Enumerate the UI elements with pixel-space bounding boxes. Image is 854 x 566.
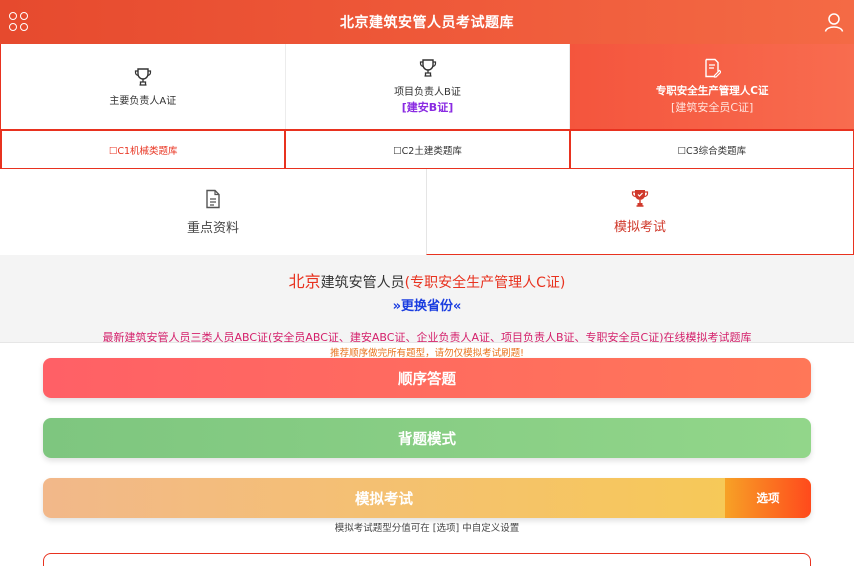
order-practice-button[interactable]: 顺序答题 (43, 358, 811, 398)
cert-name: 项目负责人B证 (394, 87, 461, 98)
feature-label: 模拟考试 (613, 220, 666, 235)
city-name: 北京 (288, 272, 321, 291)
document-icon (206, 189, 220, 208)
exam-heading: 北京建筑安管人员(专职安全生产管理人C证) (0, 268, 854, 292)
bank-tab-c3[interactable]: ☐C3综合类题库 (570, 131, 854, 169)
exam-settings-note: 模拟考试题型分值可在 [选项] 中自定义设置 (334, 523, 520, 534)
feature-mock-exam[interactable]: 模拟考试 (426, 169, 854, 255)
mock-exam-label: 模拟考试 (355, 491, 413, 508)
user-icon[interactable] (824, 12, 844, 32)
memory-mode-button[interactable]: 背题模式 (43, 418, 811, 458)
bank-tab-c2[interactable]: ☐C2土建类题库 (286, 131, 571, 169)
cert-tab-a[interactable]: 主要负责人A证 (0, 44, 285, 129)
recommend-text: 推荐顺序做完所有题型，请勿仅模拟考试刷题! (330, 348, 524, 359)
options-button[interactable]: 选项 (725, 478, 811, 518)
feature-key-materials[interactable]: 重点资料 (0, 169, 426, 255)
cert-name: 专职安全生产管理人C证 (655, 85, 769, 97)
cert-name: 主要负责人A证 (109, 95, 177, 107)
page-title: 北京建筑安管人员考试题库 (340, 15, 514, 31)
heading-middle: 建筑安管人员 (320, 275, 405, 291)
trophy-icon (419, 59, 436, 77)
app-header: 北京建筑安管人员考试题库 (0, 0, 854, 44)
question-bank-tabs: ☐C1机械类题库 ☐C2土建类题库 ☐C3综合类题库 (0, 131, 854, 169)
document-edit-icon (705, 58, 722, 78)
next-section-box[interactable] (43, 553, 811, 566)
feature-label: 重点资料 (186, 220, 239, 236)
cert-tab-c[interactable]: 专职安全生产管理人C证 [建筑安全员C证] (569, 44, 854, 129)
cert-sub-label: [建筑安全员C证] (671, 101, 754, 114)
cert-tab-b[interactable]: 项目负责人B证 [建安B证] (284, 44, 570, 129)
switch-province-link[interactable]: »更换省份« (0, 295, 854, 314)
trophy-icon (134, 67, 151, 86)
feature-tabs: 重点资料 模拟考试 (0, 169, 854, 255)
bank-tab-c1[interactable]: ☐C1机械类题库 (0, 131, 287, 169)
menu-grid-icon[interactable] (9, 12, 29, 32)
mock-exam-button[interactable]: 模拟考试 选项 (43, 478, 811, 518)
notice-text: 最新建筑安管人员三类人员ABC证(安全员ABC证、建安ABC证、企业负责人A证、… (102, 331, 752, 344)
certificate-tabs: 主要负责人A证 项目负责人B证 [建安B证] 专职安全生产管理人C证 [建筑安全… (0, 44, 854, 131)
heading-category: (专职安全生产管理人C证) (404, 275, 566, 291)
trophy-icon (631, 190, 649, 207)
cert-sub-label: [建安B证] (401, 101, 454, 114)
